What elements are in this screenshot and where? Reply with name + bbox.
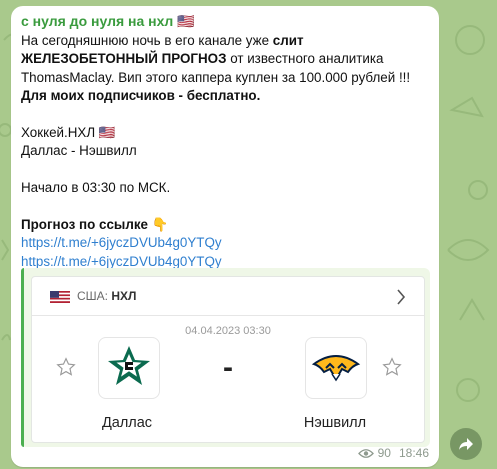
share-button[interactable] — [450, 428, 482, 460]
message-bubble: с нуля до нуля на нхл 🇺🇸 На сегодняшнюю … — [11, 6, 439, 467]
match-teams: Даллас - Нэшвилл — [21, 143, 137, 159]
country-label: США: — [77, 289, 109, 303]
away-team-name: Нэшвилл — [303, 415, 367, 431]
match-datetime: 04.04.2023 03:30 — [185, 325, 271, 337]
home-team-name: Даллас — [101, 415, 153, 431]
eye-icon — [357, 448, 374, 458]
preview-accent-bar — [21, 268, 24, 447]
nashville-predators-logo — [305, 337, 367, 399]
predators-logo-graphic — [311, 355, 361, 382]
league-name: НХЛ — [111, 289, 137, 303]
free-text: Для моих подписчиков - бесплатно. — [21, 88, 261, 104]
league-label: США: НХЛ — [77, 289, 136, 303]
match-card[interactable]: США: НХЛ 04.04.2023 03:30 - Даллас Нэшви… — [31, 276, 425, 443]
us-flag-icon — [50, 291, 70, 303]
view-count: 90 — [377, 446, 391, 460]
star-icon[interactable] — [382, 357, 402, 377]
message-time: 18:46 — [398, 446, 429, 460]
share-icon — [459, 438, 473, 450]
paragraph-free: Для моих подписчиков - бесплатно. — [21, 87, 433, 105]
match-card-header[interactable]: США: НХЛ — [32, 277, 424, 316]
sport-league: Хоккей.НХЛ 🇺🇸 — [21, 125, 116, 141]
forecast-heading: Прогноз по ссылке 👇 — [21, 216, 433, 234]
link-preview[interactable]: США: НХЛ 04.04.2023 03:30 - Даллас Нэшви… — [21, 268, 430, 447]
forecast-heading-text: Прогноз по ссылке 👇 — [21, 217, 169, 233]
invite-link-1[interactable]: https://t.me/+6jyczDVUb4g0YTQy — [21, 234, 433, 252]
paragraph-intro: На сегодняшнюю ночь в его канале уже сли… — [21, 32, 433, 87]
intro-text: На сегодняшнюю ночь в его канале уже — [21, 33, 273, 48]
channel-name[interactable]: с нуля до нуля на нхл 🇺🇸 — [21, 13, 195, 30]
start-time: Начало в 03:30 по МСК. — [21, 180, 171, 196]
message-meta: 90 18:46 — [357, 446, 429, 460]
message-text: На сегодняшнюю ночь в его канале уже сли… — [21, 32, 433, 271]
chevron-right-icon[interactable] — [396, 289, 406, 305]
